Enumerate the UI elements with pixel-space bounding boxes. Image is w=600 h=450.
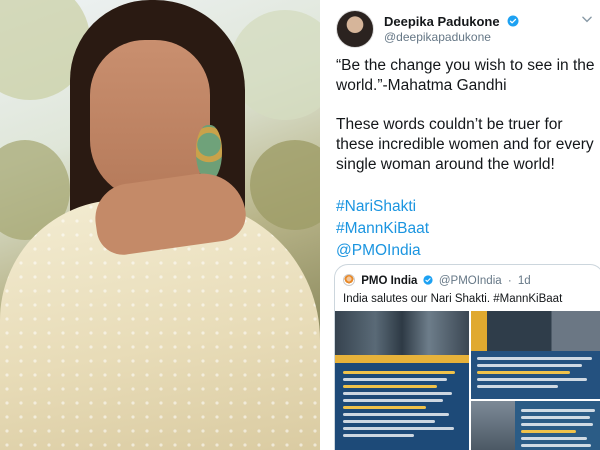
- quoted-author-name: PMO India: [361, 275, 418, 287]
- quoted-timestamp: 1d: [517, 275, 531, 287]
- verified-badge-icon: [507, 15, 519, 27]
- author-handle[interactable]: @deepikapadukone: [384, 30, 491, 44]
- portrait-photo: [0, 0, 320, 450]
- tweet-body: “Be the change you wish to see in the wo…: [336, 56, 598, 194]
- verified-badge-icon: [423, 275, 433, 285]
- quoted-tweet[interactable]: PMO India @PMOIndia · 1d India salutes o…: [334, 264, 600, 450]
- media-image-1[interactable]: [335, 311, 469, 450]
- quoted-author-handle: @PMOIndia: [438, 275, 502, 287]
- chevron-down-icon[interactable]: [580, 12, 594, 26]
- author-avatar[interactable]: [336, 10, 374, 48]
- tweet-quote-line: “Be the change you wish to see in the wo…: [336, 57, 595, 94]
- mention-pmoindia[interactable]: @PMOIndia: [336, 240, 429, 262]
- author-name[interactable]: Deepika Padukone: [384, 14, 500, 29]
- quoted-media-grid[interactable]: [335, 311, 600, 450]
- tweet-card[interactable]: Deepika Padukone @deepikapadukone “Be th…: [320, 0, 600, 450]
- hashtag-mannkibaat[interactable]: #MannKiBaat: [336, 218, 429, 240]
- media-image-2[interactable]: [471, 311, 600, 399]
- media-image-3[interactable]: [471, 401, 600, 450]
- quoted-tweet-header: PMO India @PMOIndia · 1d: [343, 274, 531, 287]
- quoted-avatar: [343, 274, 355, 286]
- tweet-message: These words couldn’t be truer for these …: [336, 116, 594, 173]
- hashtag-list: #NariShakti #MannKiBaat @PMOIndia: [336, 196, 429, 262]
- tweet-header: Deepika Padukone @deepikapadukone: [336, 10, 596, 50]
- quoted-tweet-text: India salutes our Nari Shakti. #MannKiBa…: [343, 293, 563, 305]
- hashtag-narishakti[interactable]: #NariShakti: [336, 196, 429, 218]
